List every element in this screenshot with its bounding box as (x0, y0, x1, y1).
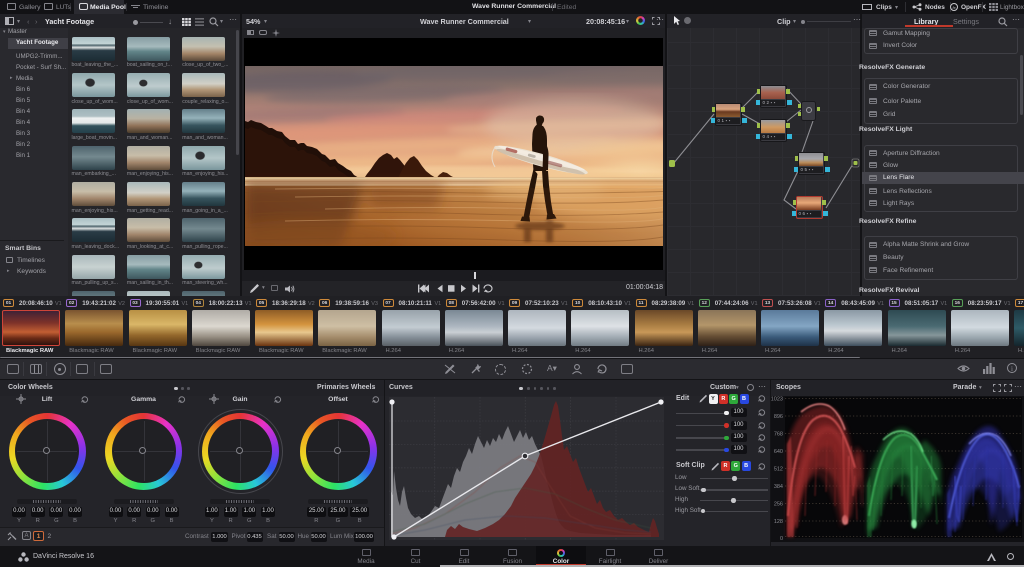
svg-text:640: 640 (774, 449, 783, 455)
svg-text:384: 384 (774, 484, 783, 490)
svg-text:896: 896 (774, 414, 783, 420)
svg-text:128: 128 (774, 519, 783, 525)
svg-text:768: 768 (774, 432, 783, 438)
svg-text:512: 512 (774, 467, 783, 473)
svg-text:256: 256 (774, 502, 783, 508)
svg-text:1023: 1023 (771, 397, 783, 403)
svg-text:0: 0 (780, 536, 783, 542)
